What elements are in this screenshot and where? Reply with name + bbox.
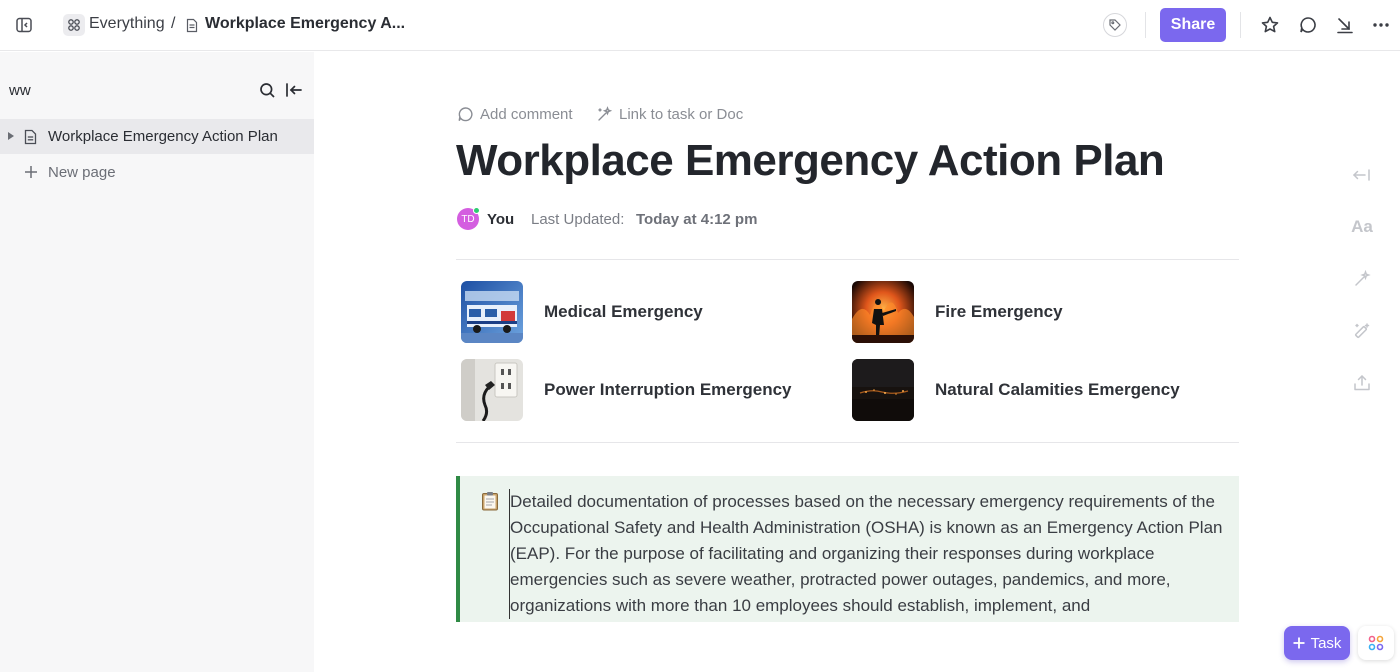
everything-space-icon[interactable] <box>63 14 85 36</box>
add-comment-button[interactable]: Add comment <box>457 106 573 123</box>
comment-icon <box>458 107 473 122</box>
subpage-card-fire[interactable]: Fire Emergency <box>852 281 1232 343</box>
author-row: TD You Last Updated: Today at 4:12 pm <box>457 207 857 232</box>
divider <box>456 259 1239 260</box>
power-outlet-image <box>461 359 523 421</box>
breadcrumb-separator: / <box>171 15 176 32</box>
doc-icon <box>23 128 37 145</box>
sidebar-item-workplace-emergency[interactable]: Workplace Emergency Action Plan <box>0 119 314 154</box>
add-comment-label: Add comment <box>480 106 573 123</box>
link-task-label: Link to task or Doc <box>619 106 744 123</box>
doc-icon <box>185 16 199 34</box>
apps-grid-button[interactable] <box>1358 626 1394 660</box>
page-title[interactable]: Workplace Emergency Action Plan <box>456 136 1165 186</box>
subpage-card-power[interactable]: Power Interruption Emergency <box>461 359 841 421</box>
tag-icon[interactable] <box>1103 13 1127 37</box>
add-task-button[interactable]: Task <box>1284 626 1350 660</box>
link-task-button[interactable]: Link to task or Doc <box>596 106 743 123</box>
ambulance-image <box>461 281 523 343</box>
author-name: You <box>487 211 515 228</box>
callout-block[interactable]: Detailed documentation of processes base… <box>456 476 1239 622</box>
expand-width-icon[interactable] <box>1350 163 1374 187</box>
share-button[interactable]: Share <box>1160 8 1226 42</box>
font-settings-icon[interactable]: Aa <box>1350 215 1374 239</box>
subpage-card-medical[interactable]: Medical Emergency <box>461 281 841 343</box>
firefighter-image <box>852 281 914 343</box>
top-bar: Everything / Workplace Emergency A... Sh… <box>0 0 1400 51</box>
link-sparkle-icon[interactable] <box>1350 267 1374 291</box>
breadcrumb-doc[interactable]: Workplace Emergency A... <box>205 15 405 33</box>
callout-text[interactable]: Detailed documentation of processes base… <box>509 489 1229 619</box>
star-icon[interactable] <box>1258 13 1282 37</box>
apps-grid-icon <box>1368 635 1384 651</box>
add-task-label: Task <box>1310 634 1342 652</box>
new-page-button[interactable]: New page <box>0 156 314 188</box>
sidebar-item-label: Workplace Emergency Action Plan <box>48 128 278 145</box>
export-icon[interactable] <box>1350 371 1374 395</box>
sidebar-title: ww <box>9 82 31 99</box>
collapse-sidebar-icon[interactable] <box>283 79 305 101</box>
plus-icon <box>22 163 40 181</box>
subpage-label: Natural Calamities Emergency <box>935 380 1180 399</box>
last-updated-label: Last Updated: <box>531 211 625 228</box>
subpage-card-natural[interactable]: Natural Calamities Emergency <box>852 359 1232 421</box>
search-icon[interactable] <box>256 79 278 101</box>
divider <box>1145 12 1146 38</box>
magic-wand-icon[interactable] <box>1350 319 1374 343</box>
subpage-label: Fire Emergency <box>935 302 1063 321</box>
clipboard-icon <box>480 491 500 511</box>
night-fire-image <box>852 359 914 421</box>
plus-icon <box>1293 637 1305 649</box>
divider <box>456 442 1239 443</box>
sidebar-toggle-icon[interactable] <box>10 11 38 39</box>
comment-icon[interactable] <box>1296 13 1320 37</box>
font-settings-label: Aa <box>1351 217 1373 236</box>
more-options-icon[interactable] <box>1369 13 1393 37</box>
breadcrumb-space[interactable]: Everything <box>89 15 165 33</box>
expand-caret-icon[interactable] <box>6 131 16 141</box>
last-updated-value: Today at 4:12 pm <box>636 211 758 228</box>
divider <box>1240 12 1241 38</box>
online-status-dot <box>473 207 480 214</box>
link-sparkle-icon <box>598 106 613 121</box>
new-page-label: New page <box>48 164 116 181</box>
collapse-arrow-icon[interactable] <box>1333 13 1357 37</box>
sidebar: ww Workplace Emergency Action Plan New p… <box>0 52 314 672</box>
subpage-label: Medical Emergency <box>544 302 703 321</box>
subpage-label: Power Interruption Emergency <box>544 380 792 399</box>
